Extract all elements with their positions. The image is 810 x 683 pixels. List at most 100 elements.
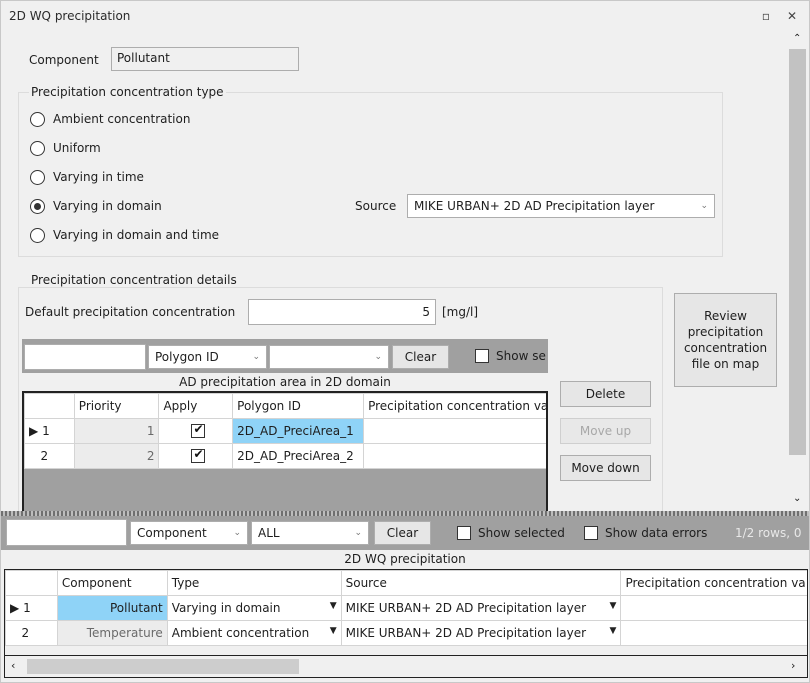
bottom-field-value: Component [137, 526, 207, 540]
move-down-button[interactable]: Move down [560, 455, 651, 481]
source-label: Source [355, 199, 397, 213]
conc-cell[interactable] [620, 595, 807, 621]
area-table: Priority Apply Polygon ID Precipitation … [24, 393, 546, 469]
type-cell-text: Varying in domain [171, 601, 281, 615]
main-table-header: Component Type Source Precipitation conc… [5, 570, 807, 596]
row-index: ▶ 1 [5, 595, 58, 621]
area-col-polygon[interactable]: Polygon ID [232, 393, 365, 419]
bottom-clear-button[interactable]: Clear [374, 521, 431, 545]
scroll-right-icon[interactable]: › [791, 659, 795, 672]
bottom-search-input[interactable] [6, 519, 127, 546]
radio-varying-domain-label: Varying in domain [53, 199, 162, 213]
table-row[interactable]: 2 2 2D_AD_PreciArea_2 [24, 443, 546, 469]
radio-varying-domain[interactable] [30, 199, 45, 214]
source-select[interactable]: MIKE URBAN+ 2D AD Precipitation layer ⌄ [407, 194, 715, 218]
type-cell-text: Ambient concentration [171, 626, 310, 640]
radio-ambient-label: Ambient concentration [53, 112, 191, 126]
bottom-field-select[interactable]: Component ⌄ [130, 521, 248, 545]
radio-uniform[interactable] [30, 141, 45, 156]
window-title: 2D WQ precipitation [9, 9, 131, 23]
radio-varying-time-label: Varying in time [53, 170, 144, 184]
radio-varying-domain-time-label: Varying in domain and time [53, 228, 220, 242]
area-show-selected-checkbox[interactable] [475, 349, 489, 363]
chevron-down-icon: ⌄ [700, 201, 708, 211]
details-legend: Precipitation concentration details [29, 273, 239, 287]
radio-varying-domain-time[interactable] [30, 228, 45, 243]
main-col-index [5, 570, 58, 596]
row-pointer-icon: ▶ [29, 424, 39, 438]
component-label: Component [29, 53, 99, 67]
maximize-icon[interactable]: ▫ [757, 7, 775, 25]
priority-cell: 2 [73, 443, 160, 469]
apply-cell[interactable] [158, 443, 234, 469]
area-col-apply[interactable]: Apply [158, 393, 234, 419]
radio-ambient[interactable] [30, 112, 45, 127]
unit-label: [mg/l] [442, 305, 479, 319]
upper-scrollbar[interactable]: ⌃ ⌄ [787, 31, 808, 511]
apply-cell[interactable] [158, 418, 234, 444]
dropdown-arrow-icon[interactable]: ▼ [610, 626, 617, 636]
row-index-text: 2 [40, 449, 49, 463]
dropdown-arrow-icon[interactable]: ▼ [330, 601, 337, 611]
table-row[interactable]: ▶ 1 Pollutant Varying in domain ▼ MIKE UR… [5, 595, 807, 621]
main-col-type[interactable]: Type [166, 570, 342, 596]
area-col-index [24, 393, 75, 419]
move-up-button[interactable]: Move up [560, 418, 651, 444]
area-col-conc[interactable]: Precipitation concentration va [363, 393, 546, 419]
row-index-text: 1 [23, 601, 31, 615]
bottom-show-selected-label: Show selected [478, 526, 565, 540]
main-col-conc[interactable]: Precipitation concentration va [620, 570, 807, 596]
chevron-down-icon: ⌄ [233, 528, 241, 538]
review-on-map-button[interactable]: Review precipitation concentration file … [674, 293, 777, 387]
conc-cell[interactable] [363, 443, 546, 469]
area-clear-button[interactable]: Clear [392, 345, 449, 369]
component-field[interactable]: Pollutant [111, 47, 299, 71]
area-col-priority[interactable]: Priority [73, 393, 160, 419]
conc-cell[interactable] [620, 620, 807, 646]
delete-button[interactable]: Delete [560, 381, 651, 407]
area-field-select[interactable]: Polygon ID ⌄ [148, 345, 267, 369]
area-search-input[interactable] [24, 344, 146, 370]
row-index: 2 [24, 443, 75, 469]
row-index: ▶ 1 [24, 418, 75, 444]
table-row[interactable]: ▶ 1 1 2D_AD_PreciArea_1 [24, 418, 546, 444]
hscroll-thumb[interactable] [27, 659, 299, 674]
horizontal-scrollbar[interactable]: ‹ › [4, 656, 808, 678]
rows-info: 1/2 rows, 0 [735, 526, 802, 540]
source-cell[interactable]: MIKE URBAN+ 2D AD Precipitation layer ▼ [340, 595, 622, 621]
title-bar: 2D WQ precipitation ▫ ✕ [1, 1, 809, 31]
dropdown-arrow-icon[interactable]: ▼ [610, 601, 617, 611]
scroll-left-icon[interactable]: ‹ [11, 659, 15, 672]
radio-varying-time[interactable] [30, 170, 45, 185]
default-conc-input[interactable]: 5 [248, 299, 436, 325]
apply-checkbox[interactable] [191, 422, 206, 438]
bottom-value-select[interactable]: ALL ⌄ [251, 521, 369, 545]
area-value-select[interactable]: ⌄ [269, 345, 389, 369]
radio-uniform-label: Uniform [53, 141, 101, 155]
conc-cell[interactable] [363, 418, 546, 444]
source-cell-text: MIKE URBAN+ 2D AD Precipitation layer [345, 626, 587, 640]
table-row[interactable]: 2 Temperature Ambient concentration ▼ MIK… [5, 620, 807, 646]
scroll-down-icon[interactable]: ⌄ [793, 493, 801, 504]
main-col-component[interactable]: Component [56, 570, 168, 596]
apply-checkbox[interactable] [191, 447, 206, 463]
dropdown-arrow-icon[interactable]: ▼ [330, 626, 337, 636]
bottom-show-selected-checkbox[interactable] [457, 526, 471, 540]
scroll-thumb[interactable] [789, 49, 806, 455]
component-cell[interactable]: Temperature [56, 620, 168, 646]
area-field-value: Polygon ID [155, 350, 219, 364]
source-cell[interactable]: MIKE URBAN+ 2D AD Precipitation layer ▼ [340, 620, 622, 646]
show-errors-label: Show data errors [605, 526, 708, 540]
main-table-title: 2D WQ precipitation [1, 550, 809, 568]
row-index: 2 [5, 620, 58, 646]
main-col-source[interactable]: Source [340, 570, 622, 596]
area-table-container: Priority Apply Polygon ID Precipitation … [22, 391, 548, 513]
close-icon[interactable]: ✕ [783, 7, 801, 25]
polygon-cell[interactable]: 2D_AD_PreciArea_2 [232, 443, 365, 469]
type-cell[interactable]: Varying in domain ▼ [166, 595, 342, 621]
component-cell[interactable]: Pollutant [56, 595, 168, 621]
scroll-up-icon[interactable]: ⌃ [793, 33, 801, 44]
type-cell[interactable]: Ambient concentration ▼ [166, 620, 342, 646]
show-errors-checkbox[interactable] [584, 526, 598, 540]
polygon-cell[interactable]: 2D_AD_PreciArea_1 [232, 418, 365, 444]
